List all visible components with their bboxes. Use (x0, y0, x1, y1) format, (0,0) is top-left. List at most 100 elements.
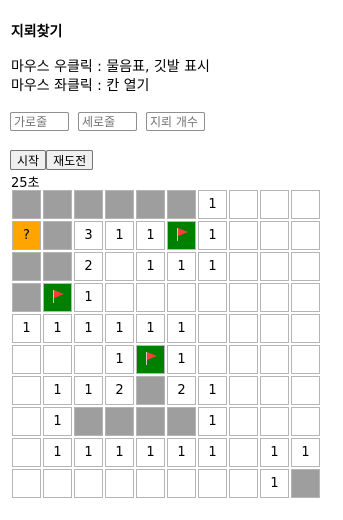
closed-cell[interactable] (167, 407, 196, 436)
closed-cell[interactable] (43, 190, 72, 219)
open-cell[interactable]: 1 (198, 438, 227, 467)
open-cell[interactable]: 2 (74, 252, 103, 281)
open-cell[interactable]: 1 (167, 438, 196, 467)
closed-cell[interactable] (136, 376, 165, 405)
columns-input[interactable] (78, 112, 137, 131)
open-cell[interactable] (105, 252, 134, 281)
open-cell[interactable] (43, 469, 72, 498)
open-cell[interactable] (291, 190, 320, 219)
closed-cell[interactable] (74, 407, 103, 436)
open-cell[interactable] (12, 345, 41, 374)
open-cell[interactable] (12, 376, 41, 405)
open-cell[interactable]: 1 (136, 438, 165, 467)
open-cell[interactable] (198, 469, 227, 498)
open-cell[interactable] (229, 376, 258, 405)
open-cell[interactable]: 1 (260, 438, 289, 467)
open-cell[interactable]: 1 (105, 314, 134, 343)
open-cell[interactable]: 1 (167, 345, 196, 374)
start-button[interactable]: 시작 (10, 150, 47, 170)
closed-cell[interactable] (105, 190, 134, 219)
rows-input[interactable] (10, 112, 69, 131)
closed-cell[interactable] (12, 252, 41, 281)
open-cell[interactable] (74, 469, 103, 498)
flagged-cell[interactable] (167, 221, 196, 250)
open-cell[interactable] (291, 376, 320, 405)
closed-cell[interactable] (136, 407, 165, 436)
open-cell[interactable] (74, 345, 103, 374)
open-cell[interactable] (12, 438, 41, 467)
open-cell[interactable] (260, 407, 289, 436)
open-cell[interactable]: 1 (198, 407, 227, 436)
open-cell[interactable]: 2 (167, 376, 196, 405)
open-cell[interactable]: 1 (12, 314, 41, 343)
flagged-cell[interactable] (136, 345, 165, 374)
open-cell[interactable] (198, 345, 227, 374)
open-cell[interactable]: 1 (43, 438, 72, 467)
open-cell[interactable] (291, 252, 320, 281)
open-cell[interactable]: 1 (105, 438, 134, 467)
open-cell[interactable] (105, 283, 134, 312)
open-cell[interactable]: 1 (43, 314, 72, 343)
open-cell[interactable]: 1 (43, 376, 72, 405)
open-cell[interactable]: 1 (136, 252, 165, 281)
closed-cell[interactable] (291, 469, 320, 498)
open-cell[interactable] (229, 190, 258, 219)
open-cell[interactable] (291, 221, 320, 250)
open-cell[interactable] (12, 407, 41, 436)
open-cell[interactable]: 2 (105, 376, 134, 405)
open-cell[interactable]: 1 (198, 376, 227, 405)
open-cell[interactable] (229, 345, 258, 374)
closed-cell[interactable] (12, 190, 41, 219)
open-cell[interactable] (260, 221, 289, 250)
closed-cell[interactable] (167, 190, 196, 219)
open-cell[interactable]: 1 (105, 221, 134, 250)
mine-count-input[interactable] (146, 112, 205, 131)
open-cell[interactable]: 1 (136, 314, 165, 343)
open-cell[interactable] (136, 469, 165, 498)
open-cell[interactable]: 1 (74, 314, 103, 343)
open-cell[interactable] (229, 469, 258, 498)
open-cell[interactable]: 1 (74, 438, 103, 467)
open-cell[interactable] (260, 190, 289, 219)
open-cell[interactable] (291, 314, 320, 343)
open-cell[interactable]: 1 (167, 252, 196, 281)
open-cell[interactable] (291, 407, 320, 436)
open-cell[interactable] (260, 345, 289, 374)
open-cell[interactable]: 3 (74, 221, 103, 250)
open-cell[interactable] (167, 283, 196, 312)
closed-cell[interactable] (43, 252, 72, 281)
open-cell[interactable]: 1 (167, 314, 196, 343)
closed-cell[interactable] (12, 283, 41, 312)
open-cell[interactable]: 1 (198, 221, 227, 250)
open-cell[interactable]: 1 (74, 376, 103, 405)
open-cell[interactable] (260, 314, 289, 343)
closed-cell[interactable] (74, 190, 103, 219)
open-cell[interactable] (229, 221, 258, 250)
open-cell[interactable] (260, 376, 289, 405)
open-cell[interactable] (260, 252, 289, 281)
open-cell[interactable] (260, 283, 289, 312)
open-cell[interactable] (229, 283, 258, 312)
open-cell[interactable]: 1 (198, 252, 227, 281)
open-cell[interactable] (167, 469, 196, 498)
open-cell[interactable] (229, 438, 258, 467)
open-cell[interactable]: 1 (74, 283, 103, 312)
open-cell[interactable]: 1 (43, 407, 72, 436)
open-cell[interactable] (136, 283, 165, 312)
open-cell[interactable] (12, 469, 41, 498)
restart-button[interactable]: 재도전 (46, 150, 94, 170)
open-cell[interactable]: 1 (260, 469, 289, 498)
closed-cell[interactable] (136, 190, 165, 219)
open-cell[interactable] (198, 314, 227, 343)
open-cell[interactable]: 1 (136, 221, 165, 250)
open-cell[interactable]: 1 (105, 345, 134, 374)
flagged-cell[interactable] (43, 283, 72, 312)
open-cell[interactable] (291, 283, 320, 312)
open-cell[interactable] (198, 283, 227, 312)
closed-cell[interactable] (43, 221, 72, 250)
open-cell[interactable] (105, 469, 134, 498)
open-cell[interactable] (43, 345, 72, 374)
open-cell[interactable]: 1 (291, 438, 320, 467)
open-cell[interactable] (229, 314, 258, 343)
open-cell[interactable] (229, 252, 258, 281)
